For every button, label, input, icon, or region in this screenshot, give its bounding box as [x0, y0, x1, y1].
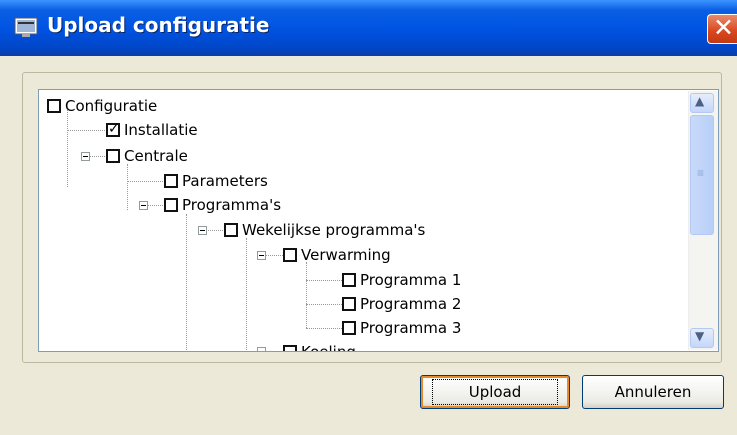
node-label: Programma 3 [360, 319, 462, 337]
node-checkbox[interactable] [283, 345, 297, 351]
tree-line [306, 280, 342, 281]
node-checkbox[interactable] [106, 149, 120, 163]
collapse-icon[interactable] [81, 152, 90, 161]
tree-node-installatie[interactable]: Installatie [106, 120, 198, 140]
collapse-icon[interactable] [198, 226, 207, 235]
tree-line [246, 238, 247, 351]
node-checkbox[interactable] [164, 198, 178, 212]
tree-node-configuratie[interactable]: Configuratie [47, 96, 157, 116]
collapse-icon[interactable] [257, 347, 266, 351]
node-label: Programma 1 [360, 271, 462, 289]
node-checkbox[interactable] [47, 99, 61, 113]
node-checkbox[interactable] [164, 174, 178, 188]
node-label: Programma 2 [360, 295, 462, 313]
node-checkbox[interactable] [342, 297, 356, 311]
tree-node-parameters[interactable]: Parameters [164, 171, 268, 191]
tree-line [67, 110, 68, 187]
tree-node-programmas[interactable]: Programma's [164, 195, 281, 215]
node-checkbox[interactable] [342, 321, 356, 335]
tree-line [127, 164, 128, 210]
tree-line [306, 328, 342, 329]
tree-node-verwarming[interactable]: Verwarming [283, 245, 391, 265]
collapse-icon[interactable] [139, 201, 148, 210]
node-label: Koeling [301, 343, 356, 352]
tree-node-centrale[interactable]: Centrale [106, 146, 188, 166]
upload-button[interactable]: Upload [420, 375, 570, 409]
scroll-up-button[interactable]: ▲ [690, 93, 714, 113]
tree-node-wekelijkse-programmas[interactable]: Wekelijkse programma's [224, 220, 425, 240]
scroll-down-button[interactable]: ▼ [690, 328, 714, 348]
node-label: Wekelijkse programma's [242, 221, 426, 239]
app-icon [14, 17, 38, 37]
node-checkbox[interactable] [224, 223, 238, 237]
tree-node-programma-2[interactable]: Programma 2 [342, 294, 461, 314]
tree-line [127, 181, 163, 182]
upload-config-dialog: Upload configuratie ✕ Configuratie ✓ Ins… [0, 0, 737, 435]
cancel-button-label: Annuleren [614, 383, 692, 401]
tree-line [306, 262, 307, 328]
title-bar[interactable]: Upload configuratie ✕ [0, 0, 737, 56]
tree-line [306, 304, 342, 305]
chevron-up-icon: ▲ [695, 94, 705, 108]
node-checkbox[interactable] [283, 248, 297, 262]
tree-line [186, 214, 187, 351]
node-label: Centrale [124, 147, 188, 165]
node-label: Programma's [182, 196, 282, 214]
cancel-button[interactable]: Annuleren [582, 375, 724, 409]
vertical-scrollbar[interactable]: ▲ ≡ ▼ [688, 91, 718, 350]
close-icon: ✕ [713, 13, 734, 42]
node-label: Installatie [124, 121, 198, 139]
tree-line [67, 130, 105, 131]
tree-node-programma-3[interactable]: Programma 3 [342, 318, 461, 338]
tree-node-koeling[interactable]: Koeling [283, 342, 356, 352]
chevron-down-icon: ▼ [695, 329, 705, 343]
tree-node-programma-1[interactable]: Programma 1 [342, 270, 461, 290]
grip-icon: ≡ [697, 166, 705, 180]
node-label: Parameters [182, 172, 268, 190]
node-checkbox[interactable] [342, 273, 356, 287]
window-title: Upload configuratie [47, 13, 270, 37]
collapse-icon[interactable] [257, 251, 266, 260]
node-label: Configuratie [65, 97, 158, 115]
scroll-thumb[interactable]: ≡ [690, 115, 714, 235]
close-button[interactable]: ✕ [707, 13, 737, 44]
config-tree[interactable]: Configuratie Installatie Centrale Parame… [38, 89, 719, 352]
upload-button-label: Upload [431, 379, 559, 405]
node-label: Verwarming [301, 246, 391, 264]
node-checkbox[interactable] [106, 121, 120, 137]
